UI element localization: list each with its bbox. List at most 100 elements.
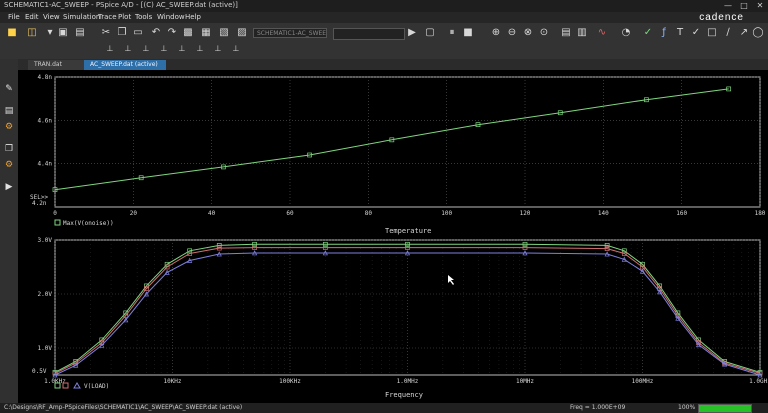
y-tick-label: 1.0V xyxy=(38,345,53,352)
simulation-progress-bar xyxy=(698,404,752,413)
x-tick-label: 100MHz xyxy=(632,378,654,385)
new-icon[interactable]: ■ xyxy=(6,27,18,39)
minimize-icon[interactable]: — xyxy=(720,0,736,12)
zoom-all-icon[interactable]: ⊙ xyxy=(538,27,550,39)
redo-icon[interactable]: ↷ xyxy=(166,27,178,39)
cadence-logo: cadence xyxy=(699,12,744,23)
tab-ac-sweep[interactable]: AC_SWEEP.dat (active) xyxy=(84,60,166,70)
top-legend-label[interactable]: Max(V(onoise)) xyxy=(63,220,114,227)
zoom-area-icon[interactable]: ⊗ xyxy=(522,27,534,39)
title-bar: SCHEMATIC1-AC_SWEEP - PSpice A/D - [(C) … xyxy=(0,0,768,12)
bottom-plot-grid xyxy=(54,239,761,375)
fft-icon[interactable]: ⊥ xyxy=(140,43,152,55)
y-tick-label: 4.8n xyxy=(38,74,53,81)
top-x-axis-label: Temperature xyxy=(385,227,431,235)
paste-icon[interactable]: ▭ xyxy=(132,27,144,39)
grid-icon[interactable]: ▧ xyxy=(218,27,230,39)
x-tick-label: 140 xyxy=(598,210,609,217)
axis-y-icon[interactable]: ⊥ xyxy=(122,43,134,55)
performance-icon[interactable]: ⊥ xyxy=(158,43,170,55)
trace-add-icon[interactable]: ▤ xyxy=(560,27,572,39)
pause-icon[interactable]: ⏸ xyxy=(446,27,458,39)
sel-marker[interactable]: SEL>> xyxy=(30,194,48,201)
status-bar: C:\Designs\RF_Amp-PSpiceFiles\SCHEMATIC1… xyxy=(0,403,768,413)
save-icon[interactable]: ▣ xyxy=(57,27,69,39)
profile-select[interactable]: SCHEMATIC1-AC_SWEEP xyxy=(253,28,327,38)
bottom-legend-label[interactable]: V(LOAD) xyxy=(84,383,109,390)
document-icon[interactable]: ▤ xyxy=(3,105,15,117)
zoom-in-icon[interactable]: ⊕ xyxy=(490,27,502,39)
function-icon[interactable]: ƒ xyxy=(658,27,670,39)
menu-trace[interactable]: Trace xyxy=(98,13,117,21)
series-line-0 xyxy=(54,243,761,373)
stop-icon[interactable]: ■ xyxy=(462,27,474,39)
menu-window[interactable]: Window xyxy=(157,13,185,21)
slope-icon[interactable]: ⊥ xyxy=(212,43,224,55)
top-plot-marks: 0 20 40 60 80 100 120 140 160 180 4.4n 4.6n 4.8n xyxy=(38,74,766,217)
bottom-plot-marks: 1.0KHz10KHz100KHz1.0MHz10MHz100MHz1.0GHz… xyxy=(38,237,768,385)
menu-plot[interactable]: Plot xyxy=(118,13,131,21)
open-folder-icon[interactable]: ◫ xyxy=(26,27,38,39)
menu-file[interactable]: File xyxy=(8,13,20,21)
top-plot-grid xyxy=(54,76,761,207)
print-icon[interactable]: ▤ xyxy=(74,27,86,39)
edit-doc-icon[interactable]: ⚙ xyxy=(3,159,15,171)
run-icon[interactable]: ▶ xyxy=(406,27,418,39)
waveform-icon[interactable]: ∿ xyxy=(596,27,608,39)
menu-simulation[interactable]: Simulation xyxy=(63,13,100,21)
simulation-select[interactable] xyxy=(333,28,405,40)
settings-icon[interactable]: ▢ xyxy=(424,27,436,39)
markers-icon[interactable]: ▨ xyxy=(236,27,248,39)
menu-tools[interactable]: Tools xyxy=(135,13,152,21)
label-icon[interactable]: □ xyxy=(706,27,718,39)
x-tick-label: 180 xyxy=(755,210,766,217)
mouse-cursor-icon xyxy=(448,275,454,285)
play-step-icon[interactable]: ▶ xyxy=(3,181,15,193)
text-icon[interactable]: T xyxy=(674,27,686,39)
maximize-icon[interactable]: □ xyxy=(736,0,752,12)
x-tick-label: 160 xyxy=(676,210,687,217)
progress-fill xyxy=(699,405,751,412)
copy-doc-icon[interactable]: ❐ xyxy=(3,143,15,155)
line-icon[interactable]: ∕ xyxy=(722,27,734,39)
min-icon[interactable]: ⊥ xyxy=(230,43,242,55)
status-freq: Freq = 1.000E+09 xyxy=(570,404,626,411)
trough-icon[interactable]: ⊥ xyxy=(194,43,206,55)
zoom-fit-icon[interactable]: ▦ xyxy=(200,27,212,39)
trace-delete-icon[interactable]: ▥ xyxy=(576,27,588,39)
x-tick-label: 1.0MHz xyxy=(397,378,419,385)
top-legend-marker xyxy=(54,219,61,226)
y-tick-label: 4.4n xyxy=(38,161,53,168)
probe-plot-window[interactable]: 0 20 40 60 80 100 120 140 160 180 4.4n 4.6n 4.8n 4.2… xyxy=(18,70,768,403)
cut-icon[interactable]: ✂ xyxy=(100,27,112,39)
status-path: C:\Designs\RF_Amp-PSpiceFiles\SCHEMATIC1… xyxy=(4,404,243,411)
delete-icon[interactable]: ▩ xyxy=(182,27,194,39)
settings-doc-icon[interactable]: ⚙ xyxy=(3,121,15,133)
gauge-icon[interactable]: ◔ xyxy=(620,27,632,39)
x-tick-label: 80 xyxy=(365,210,373,217)
open-arrow-icon[interactable]: ▾ xyxy=(44,27,56,39)
top-plot-frame xyxy=(54,76,761,208)
undo-icon[interactable]: ↶ xyxy=(150,27,162,39)
cursor-icon[interactable]: ✓ xyxy=(642,27,654,39)
mark-point-icon[interactable]: ✓ xyxy=(690,27,702,39)
ellipse-icon[interactable]: ◯ xyxy=(752,27,764,39)
pencil-icon[interactable]: ✎ xyxy=(3,83,15,95)
menu-edit[interactable]: Edit xyxy=(25,13,39,21)
y-tick-label: 2.0V xyxy=(38,291,53,298)
peak-icon[interactable]: ⊥ xyxy=(176,43,188,55)
tab-tran[interactable]: TRAN.dat xyxy=(28,60,92,70)
axis-x-icon[interactable]: ⊥ xyxy=(104,43,116,55)
arrow-icon[interactable]: ↗ xyxy=(738,27,750,39)
y-tick-label: 3.0V xyxy=(38,237,53,244)
x-tick-label: 40 xyxy=(208,210,216,217)
menu-view[interactable]: View xyxy=(43,13,60,21)
left-toolbar: ✎ ▤ ⚙ ❐ ⚙ ▶ xyxy=(0,59,18,403)
close-icon[interactable]: ✕ xyxy=(752,0,768,12)
zoom-out-icon[interactable]: ⊖ xyxy=(506,27,518,39)
x-tick-label: 100 xyxy=(441,210,452,217)
bottom-x-axis-label: Frequency xyxy=(385,391,423,399)
menu-help[interactable]: Help xyxy=(185,13,201,21)
series-line-0 xyxy=(54,88,729,191)
copy-icon[interactable]: ❐ xyxy=(116,27,128,39)
